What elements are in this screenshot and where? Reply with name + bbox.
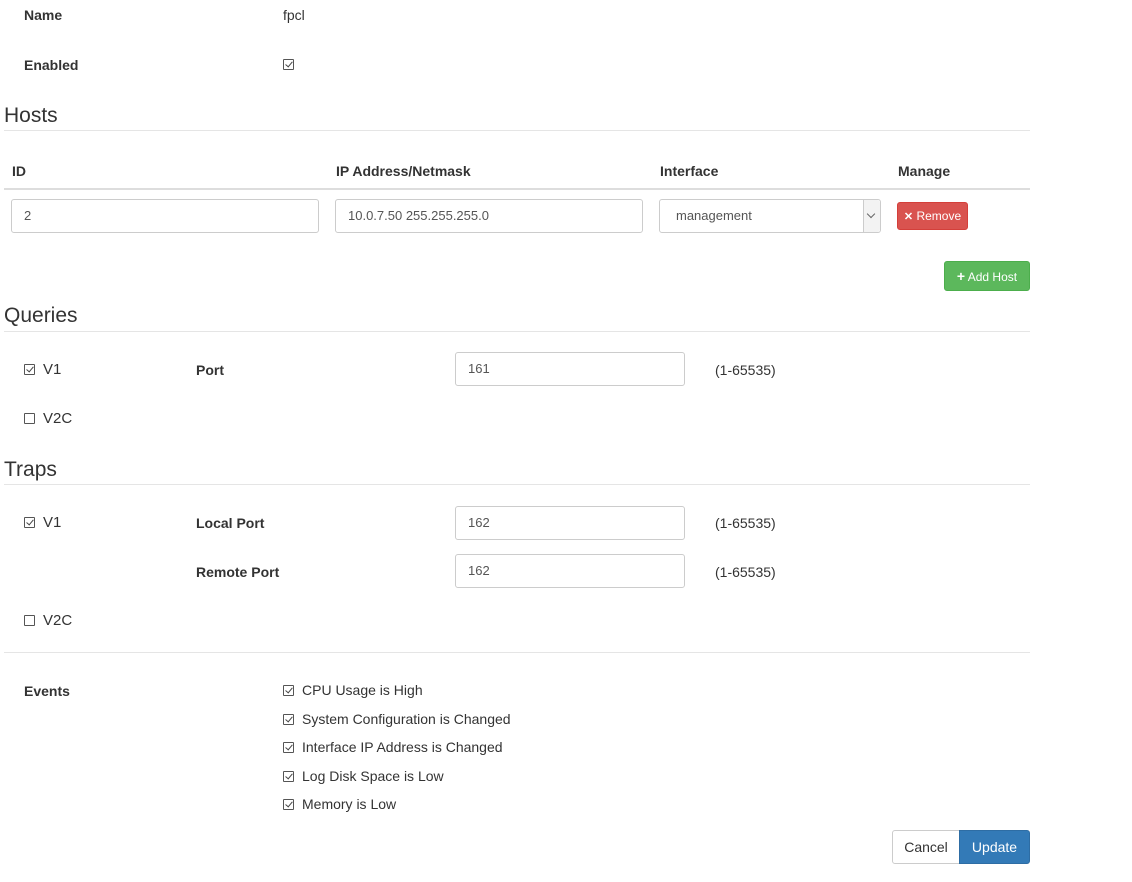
remove-host-label: Remove bbox=[916, 209, 962, 223]
add-host-button[interactable]: + Add Host bbox=[944, 261, 1030, 291]
enabled-checkbox[interactable] bbox=[283, 59, 294, 70]
traps-remote-port-label: Remote Port bbox=[196, 564, 280, 580]
close-icon: ✕ bbox=[903, 211, 914, 223]
events-label: Events bbox=[24, 683, 70, 699]
event-checkbox-memory[interactable] bbox=[283, 799, 294, 810]
enabled-label: Enabled bbox=[24, 57, 79, 73]
traps-v2c-checkbox[interactable] bbox=[24, 615, 35, 626]
event-checkbox-config[interactable] bbox=[283, 714, 294, 725]
queries-v2c-label: V2C bbox=[43, 410, 73, 427]
traps-v1-label: V1 bbox=[43, 514, 62, 531]
hosts-col-interface: Interface bbox=[660, 163, 719, 179]
event-label-interface-ip: Interface IP Address is Changed bbox=[302, 739, 503, 755]
hosts-divider bbox=[4, 130, 1030, 131]
events-divider bbox=[4, 652, 1030, 653]
traps-divider bbox=[4, 484, 1030, 485]
hosts-col-manage: Manage bbox=[898, 163, 951, 179]
add-host-label: Add Host bbox=[967, 270, 1018, 284]
traps-local-port-label: Local Port bbox=[196, 515, 265, 531]
event-label-log-disk: Log Disk Space is Low bbox=[302, 768, 444, 784]
traps-remote-port-range: (1-65535) bbox=[715, 564, 776, 580]
event-label-config: System Configuration is Changed bbox=[302, 711, 511, 727]
event-checkbox-log-disk[interactable] bbox=[283, 771, 294, 782]
chevron-down-icon bbox=[866, 209, 876, 219]
event-checkbox-interface-ip[interactable] bbox=[283, 742, 294, 753]
queries-port-input[interactable]: 161 bbox=[455, 352, 685, 386]
event-label-cpu: CPU Usage is High bbox=[302, 682, 423, 698]
event-checkbox-cpu[interactable] bbox=[283, 685, 294, 696]
traps-remote-port-input[interactable]: 162 bbox=[455, 554, 685, 588]
select-arrow bbox=[863, 200, 880, 232]
host-interface-select[interactable]: management bbox=[659, 199, 881, 233]
queries-port-range: (1-65535) bbox=[715, 362, 776, 378]
queries-port-label: Port bbox=[196, 362, 224, 378]
traps-v1-checkbox[interactable] bbox=[24, 517, 35, 528]
traps-local-port-range: (1-65535) bbox=[715, 515, 776, 531]
queries-title: Queries bbox=[4, 304, 78, 327]
traps-v2c-label: V2C bbox=[43, 612, 73, 629]
host-interface-value: management bbox=[676, 208, 752, 223]
event-label-memory: Memory is Low bbox=[302, 796, 397, 812]
queries-v1-checkbox[interactable] bbox=[24, 364, 35, 375]
plus-icon: + bbox=[956, 268, 966, 284]
name-value: fpcl bbox=[283, 7, 305, 23]
host-ip-input[interactable]: 10.0.7.50 255.255.255.0 bbox=[335, 199, 643, 233]
hosts-col-ip: IP Address/Netmask bbox=[336, 163, 471, 179]
hosts-header-divider bbox=[4, 188, 1030, 190]
queries-v1-label: V1 bbox=[43, 361, 62, 378]
update-button[interactable]: Update bbox=[959, 830, 1030, 864]
name-label: Name bbox=[24, 7, 63, 23]
hosts-title: Hosts bbox=[4, 104, 58, 127]
remove-host-button[interactable]: ✕ Remove bbox=[897, 202, 968, 230]
traps-local-port-input[interactable]: 162 bbox=[455, 506, 685, 540]
host-id-input[interactable]: 2 bbox=[11, 199, 319, 233]
queries-divider bbox=[4, 331, 1030, 332]
hosts-col-id: ID bbox=[12, 163, 26, 179]
queries-v2c-checkbox[interactable] bbox=[24, 413, 35, 424]
traps-title: Traps bbox=[4, 458, 57, 481]
cancel-button[interactable]: Cancel bbox=[892, 830, 960, 864]
